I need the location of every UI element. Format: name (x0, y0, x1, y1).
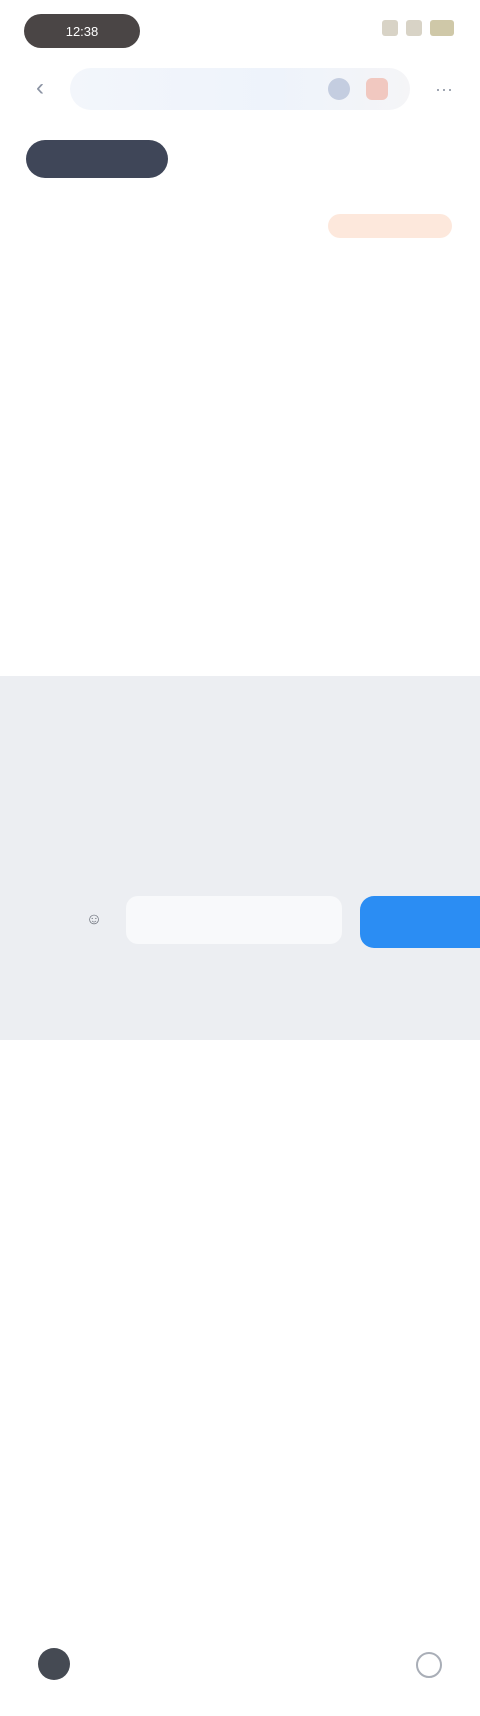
signal-icon (382, 20, 398, 36)
keyboard-key[interactable] (167, 830, 207, 874)
soft-keyboard: ☺ (0, 676, 480, 1680)
keyboard-key[interactable] (52, 694, 92, 738)
keyboard-key[interactable] (113, 830, 153, 874)
search-input[interactable] (84, 79, 308, 99)
keyboard-bottom-row: ☺ (0, 890, 480, 954)
keyboard-key[interactable] (340, 694, 380, 738)
status-icons (382, 20, 454, 36)
keyboard-key[interactable] (60, 830, 100, 874)
status-time: 12:38 (65, 23, 99, 39)
keyboard-key[interactable] (220, 830, 260, 874)
keyboard-key[interactable] (7, 830, 47, 874)
globe-icon[interactable] (416, 1652, 442, 1678)
wifi-icon (406, 20, 422, 36)
list-item[interactable] (0, 510, 480, 573)
keyboard-key[interactable] (273, 762, 313, 806)
keyboard-key[interactable] (292, 694, 332, 738)
keyboard-key[interactable] (113, 762, 153, 806)
keyboard-key[interactable] (433, 830, 473, 874)
keyboard-key[interactable] (7, 762, 47, 806)
keyboard-nav-bar (0, 1626, 480, 1716)
keyboard-key[interactable] (380, 830, 420, 874)
back-icon[interactable]: ‹ (22, 70, 58, 106)
space-key[interactable] (126, 896, 342, 944)
emoji-key[interactable]: ☺ (76, 898, 112, 942)
keyboard-key[interactable] (148, 694, 188, 738)
more-icon[interactable]: ⋯ (432, 78, 456, 102)
search-box[interactable] (70, 68, 410, 110)
voice-search-icon[interactable] (328, 78, 350, 100)
tab-1[interactable] (26, 140, 168, 178)
keyboard-key[interactable] (327, 762, 367, 806)
list-item[interactable] (0, 447, 480, 510)
keyboard-key[interactable] (388, 694, 428, 738)
results-list (0, 258, 480, 636)
keyboard-key[interactable] (196, 694, 236, 738)
go-key[interactable] (360, 896, 480, 948)
search-tabs (0, 132, 480, 184)
keyboard-key[interactable] (100, 694, 140, 738)
list-item[interactable] (0, 384, 480, 447)
keyboard-row-1 (0, 694, 480, 738)
camera-search-icon[interactable] (366, 78, 388, 100)
list-item[interactable] (0, 573, 480, 636)
keyboard-row-2 (0, 762, 480, 806)
sort-bar (0, 204, 480, 248)
keyboard-key[interactable] (220, 762, 260, 806)
keyboard-key[interactable] (4, 694, 44, 738)
symbols-key[interactable] (20, 898, 58, 942)
keyboard-key[interactable] (436, 694, 476, 738)
keyboard-row-3 (0, 830, 480, 874)
status-bar: 12:38 (0, 0, 480, 60)
tab-3[interactable] (334, 140, 444, 178)
sort-action-button[interactable] (328, 214, 452, 238)
search-header: ‹ ⋯ (0, 58, 480, 120)
tab-2[interactable] (186, 140, 296, 178)
hide-keyboard-icon[interactable] (38, 1648, 70, 1680)
keyboard-key[interactable] (327, 830, 367, 874)
keyboard-key[interactable] (244, 694, 284, 738)
list-item[interactable] (0, 321, 480, 384)
keyboard-key[interactable] (167, 762, 207, 806)
keyboard-key[interactable] (60, 762, 100, 806)
keyboard-key[interactable] (273, 830, 313, 874)
list-item[interactable] (0, 258, 480, 321)
keyboard-key[interactable] (380, 762, 420, 806)
status-time-pill: 12:38 (24, 14, 140, 48)
keyboard-key[interactable] (433, 762, 473, 806)
battery-icon (430, 20, 454, 36)
